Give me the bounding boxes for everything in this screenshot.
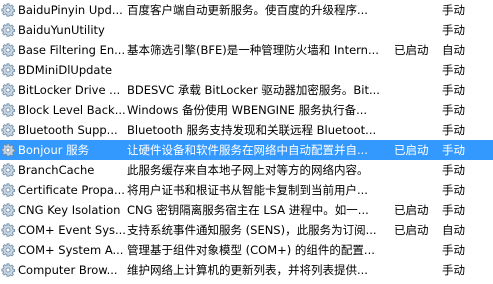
service-description: 管理基于组件对象模型 (COM+) 的组件的配置... <box>127 243 375 257</box>
services-list: BaiduPinyin Upd... 百度客户端自动更新服务。使百度的升级程序..… <box>0 0 493 284</box>
service-name: BaiduYunUtility <box>18 23 105 37</box>
gear-icon <box>0 182 16 198</box>
service-description: BDESVC 承载 BitLocker 驱动器加密服务。Bit... <box>127 83 380 97</box>
service-startup-type: 手动 <box>442 83 465 97</box>
gear-icon <box>0 2 16 18</box>
service-name: BDMiniDlUpdate <box>18 63 113 77</box>
service-row[interactable]: CNG Key Isolation CNG 密钥隔离服务宿主在 LSA 进程中。如… <box>0 200 493 220</box>
service-name-cell: Bluetooth Supp... <box>0 120 127 140</box>
service-startup-type: 手动 <box>442 3 465 17</box>
service-description: 百度客户端自动更新服务。使百度的升级程序... <box>127 3 368 17</box>
service-startup-type: 手动 <box>442 143 465 157</box>
gear-icon <box>0 62 16 78</box>
service-startup-type: 手动 <box>442 123 465 137</box>
service-description: 将用户证书和根证书从智能卡复制到当前用户... <box>127 183 368 197</box>
service-name: Certificate Propa... <box>18 183 125 197</box>
service-row[interactable]: COM+ System A... 管理基于组件对象模型 (COM+) 的组件的配置… <box>0 240 493 260</box>
service-status: 已启动 <box>394 143 429 157</box>
gear-icon <box>0 222 16 238</box>
service-name-cell: Base Filtering En... <box>0 40 127 60</box>
service-startup-type: 手动 <box>442 23 465 37</box>
service-name-cell: BitLocker Drive ... <box>0 80 127 100</box>
service-name-cell: CNG Key Isolation <box>0 200 127 220</box>
service-description: CNG 密钥隔离服务宿主在 LSA 进程中。如一... <box>127 203 369 217</box>
service-row[interactable]: Base Filtering En... 基本筛选引擎(BFE)是一种管理防火墙和… <box>0 40 493 60</box>
service-startup-type: 手动 <box>442 263 465 277</box>
service-startup-type: 手动 <box>442 63 465 77</box>
service-row[interactable]: BranchCache 此服务缓存来自本地子网上对等方的网络内容。 手动 <box>0 160 493 180</box>
service-row[interactable]: COM+ Event Sys... 支持系统事件通知服务 (SENS)，此服务为订… <box>0 220 493 240</box>
gear-icon <box>0 242 16 258</box>
gear-icon <box>0 122 16 138</box>
service-startup-type: 手动 <box>442 163 465 177</box>
service-description: 基本筛选引擎(BFE)是一种管理防火墙和 Intern... <box>127 43 379 57</box>
service-name: CNG Key Isolation <box>18 203 121 217</box>
service-name: BranchCache <box>18 163 95 177</box>
service-name: Computer Brow... <box>18 263 118 277</box>
service-row[interactable]: Computer Brow... 维护网络上计算机的更新列表，并将列表提供... 手… <box>0 260 493 280</box>
service-row[interactable]: Bluetooth Supp... Bluetooth 服务支持发现和关联远程 B… <box>0 120 493 140</box>
service-row[interactable]: BaiduYunUtility 手动 <box>0 20 493 40</box>
gear-icon <box>0 142 16 158</box>
service-name-cell: COM+ System A... <box>0 240 127 260</box>
service-startup-type: 自动 <box>442 223 465 237</box>
service-row[interactable]: BDMiniDlUpdate 手动 <box>0 60 493 80</box>
service-name: COM+ Event Sys... <box>18 223 126 237</box>
gear-icon <box>0 82 16 98</box>
service-startup-type: 自动 <box>442 43 465 57</box>
service-startup-type: 手动 <box>442 183 465 197</box>
service-name-cell: BaiduYunUtility <box>0 20 127 40</box>
service-name: Block Level Back... <box>18 103 126 117</box>
service-startup-type: 手动 <box>442 103 465 117</box>
gear-icon <box>0 42 16 58</box>
service-name: COM+ System A... <box>18 243 124 257</box>
service-name: Bonjour 服务 <box>18 143 90 157</box>
service-row[interactable]: BitLocker Drive ... BDESVC 承载 BitLocker 驱… <box>0 80 493 100</box>
gear-icon <box>0 202 16 218</box>
service-row[interactable]: Block Level Back... Windows 备份使用 WBENGINE… <box>0 100 493 120</box>
service-name: Base Filtering En... <box>18 43 126 57</box>
service-row[interactable]: Bonjour 服务 让硬件设备和软件服务在网络中自动配置并自... 已启动 手动 <box>0 140 493 160</box>
service-name: Bluetooth Supp... <box>18 123 118 137</box>
service-name-cell: BaiduPinyin Upd... <box>0 0 127 20</box>
service-status: 已启动 <box>394 43 429 57</box>
gear-icon <box>0 22 16 38</box>
service-status: 已启动 <box>394 203 429 217</box>
service-name-cell: COM+ Event Sys... <box>0 220 127 240</box>
service-name-cell: Block Level Back... <box>0 100 127 120</box>
service-description: 维护网络上计算机的更新列表，并将列表提供... <box>127 263 368 277</box>
service-name: BitLocker Drive ... <box>18 83 121 97</box>
service-startup-type: 手动 <box>442 203 465 217</box>
service-description: 此服务缓存来自本地子网上对等方的网络内容。 <box>127 163 369 177</box>
service-status: 已启动 <box>394 223 429 237</box>
service-row[interactable]: Certificate Propa... 将用户证书和根证书从智能卡复制到当前用户… <box>0 180 493 200</box>
service-name-cell: BDMiniDlUpdate <box>0 60 127 80</box>
service-startup-type: 手动 <box>442 243 465 257</box>
service-name-cell: Certificate Propa... <box>0 180 127 200</box>
gear-icon <box>0 102 16 118</box>
service-name-cell: Computer Brow... <box>0 260 127 280</box>
service-name-cell: Bonjour 服务 <box>0 140 127 160</box>
service-description: 支持系统事件通知服务 (SENS)，此服务为订阅... <box>127 223 377 237</box>
gear-icon <box>0 262 16 278</box>
service-name-cell: BranchCache <box>0 160 127 180</box>
gear-icon <box>0 162 16 178</box>
service-name: BaiduPinyin Upd... <box>18 3 123 17</box>
service-description: 让硬件设备和软件服务在网络中自动配置并自... <box>127 143 368 157</box>
service-description: Bluetooth 服务支持发现和关联远程 Bluetoot... <box>127 123 377 137</box>
service-row[interactable]: BaiduPinyin Upd... 百度客户端自动更新服务。使百度的升级程序..… <box>0 0 493 20</box>
service-description: Windows 备份使用 WBENGINE 服务执行备... <box>127 103 368 117</box>
